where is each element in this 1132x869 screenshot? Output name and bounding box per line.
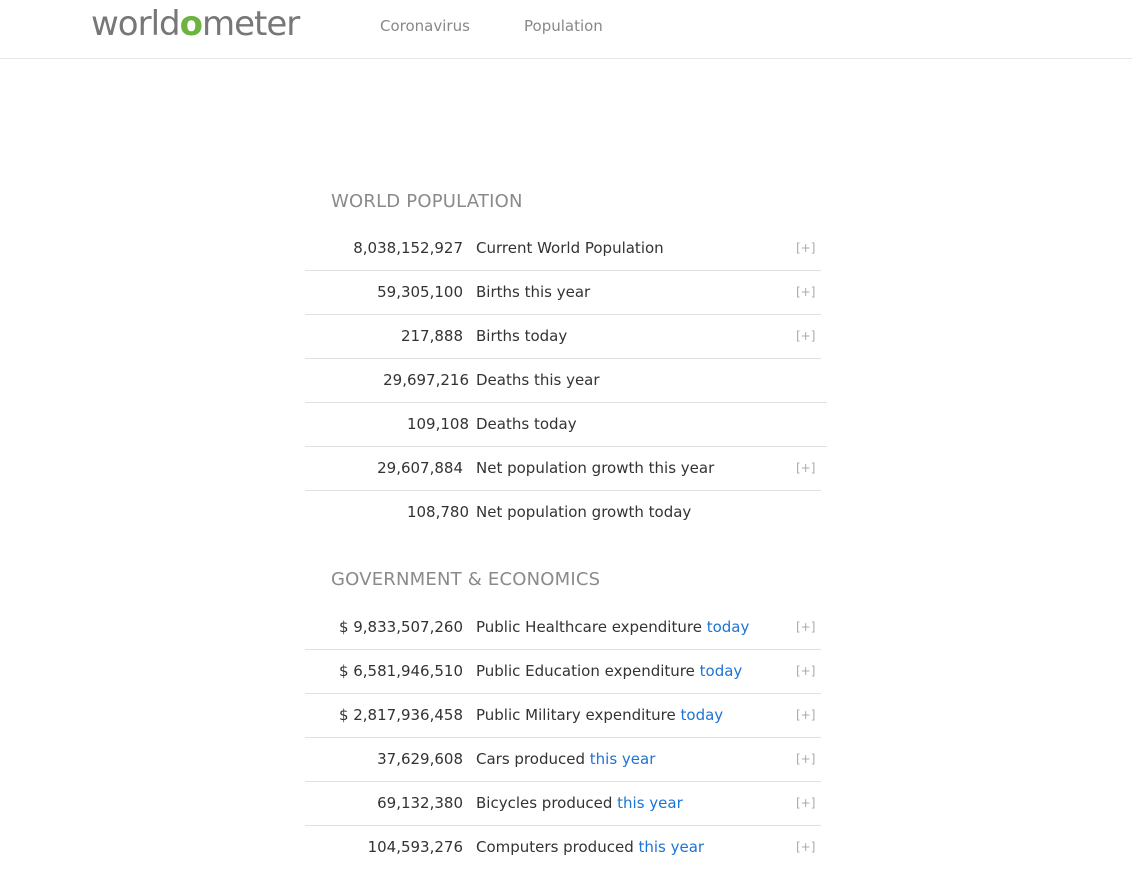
counter-value: 104,593,276 xyxy=(367,838,463,856)
counter-period-link[interactable]: this year xyxy=(639,838,705,856)
counter-label-text: Public Education expenditure xyxy=(476,662,695,680)
counter-label: Bicycles produced this year xyxy=(476,782,683,825)
worldometer-logo[interactable]: worldometer xyxy=(91,2,300,46)
section-title-government-economics: GOVERNMENT & ECONOMICS xyxy=(331,569,601,590)
counter-value: 29,697,216 xyxy=(383,371,469,389)
counter-period-link[interactable]: today xyxy=(700,662,743,680)
counter-period-link[interactable]: today xyxy=(707,618,750,636)
counter-label: Public Military expenditure today xyxy=(476,694,723,737)
counter-value: 69,132,380 xyxy=(377,794,463,812)
counter-value: 108,780 xyxy=(406,503,469,521)
logo-text-o: o xyxy=(179,4,203,44)
counter-period-link[interactable]: this year xyxy=(617,794,683,812)
expand-button[interactable]: [+] xyxy=(796,606,815,649)
counter-value: 8,038,152,927 xyxy=(353,239,463,257)
logo-text-pre: world xyxy=(91,4,181,44)
counter-label: Births this year xyxy=(476,283,591,301)
counter-value: 109,108 xyxy=(406,415,469,433)
expand-button[interactable]: [+] xyxy=(796,694,815,737)
expand-button[interactable]: [+] xyxy=(796,650,815,693)
counter-label: Computers produced this year xyxy=(476,826,704,869)
counter-value: $ 9,833,507,260 xyxy=(338,618,463,636)
counter-label: Cars produced this year xyxy=(476,738,655,781)
section-title-world-population: WORLD POPULATION xyxy=(331,191,523,212)
counter-period-link[interactable]: today xyxy=(681,706,724,724)
counter-row-births-this-year: 59,305,100 Births this year [+] xyxy=(305,271,821,315)
counter-label: Current World Population xyxy=(476,239,664,257)
counter-value: 59,305,100 xyxy=(377,283,463,301)
nav-link-population[interactable]: Population xyxy=(524,16,603,36)
counter-row-deaths-this-year: 29,697,216 Deaths this year xyxy=(305,359,827,403)
counter-label: Public Healthcare expenditure today xyxy=(476,606,749,649)
expand-button[interactable]: [+] xyxy=(796,826,815,869)
world-population-counters: 8,038,152,927 Current World Population [… xyxy=(305,227,827,534)
counter-value: $ 2,817,936,458 xyxy=(338,706,463,724)
counter-row-net-growth-this-year: 29,607,884 Net population growth this ye… xyxy=(305,447,821,491)
counter-row-healthcare-expenditure: $ 9,833,507,260 Public Healthcare expend… xyxy=(305,606,821,650)
counter-label: Public Education expenditure today xyxy=(476,650,742,693)
counter-label: Births today xyxy=(476,327,568,345)
counter-label: Deaths this year xyxy=(476,371,600,389)
expand-button[interactable]: [+] xyxy=(796,738,815,781)
counter-label: Deaths today xyxy=(476,415,577,433)
counter-row-education-expenditure: $ 6,581,946,510 Public Education expendi… xyxy=(305,650,821,694)
top-header: worldometer Coronavirus Population xyxy=(0,0,1132,59)
counter-value: 29,607,884 xyxy=(377,459,463,477)
government-economics-counters: $ 9,833,507,260 Public Healthcare expend… xyxy=(305,606,827,869)
expand-button[interactable]: [+] xyxy=(796,447,815,490)
counter-label-text: Cars produced xyxy=(476,750,585,768)
counter-period-link[interactable]: this year xyxy=(590,750,656,768)
counter-label-text: Public Healthcare expenditure xyxy=(476,618,702,636)
counter-row-deaths-today: 109,108 Deaths today xyxy=(305,403,827,447)
counter-value: 217,888 xyxy=(400,327,463,345)
expand-button[interactable]: [+] xyxy=(796,227,815,270)
counter-label-text: Public Military expenditure xyxy=(476,706,676,724)
counter-row-cars-produced: 37,629,608 Cars produced this year [+] xyxy=(305,738,821,782)
counter-label: Net population growth this year xyxy=(476,459,715,477)
counter-row-bicycles-produced: 69,132,380 Bicycles produced this year [… xyxy=(305,782,821,826)
counter-row-current-population: 8,038,152,927 Current World Population [… xyxy=(305,227,821,271)
counter-label-text: Computers produced xyxy=(476,838,634,856)
counter-label-text: Bicycles produced xyxy=(476,794,613,812)
nav-link-coronavirus[interactable]: Coronavirus xyxy=(380,16,470,36)
expand-button[interactable]: [+] xyxy=(796,271,815,314)
expand-button[interactable]: [+] xyxy=(796,782,815,825)
expand-button[interactable]: [+] xyxy=(796,315,815,358)
counter-row-births-today: 217,888 Births today [+] xyxy=(305,315,821,359)
counter-row-computers-produced: 104,593,276 Computers produced this year… xyxy=(305,826,821,869)
logo-text-post: meter xyxy=(201,4,300,44)
counter-value: 37,629,608 xyxy=(377,750,463,768)
counter-value: $ 6,581,946,510 xyxy=(338,662,463,680)
counter-label: Net population growth today xyxy=(476,503,692,521)
counter-row-military-expenditure: $ 2,817,936,458 Public Military expendit… xyxy=(305,694,821,738)
counter-row-net-growth-today: 108,780 Net population growth today xyxy=(305,491,827,534)
